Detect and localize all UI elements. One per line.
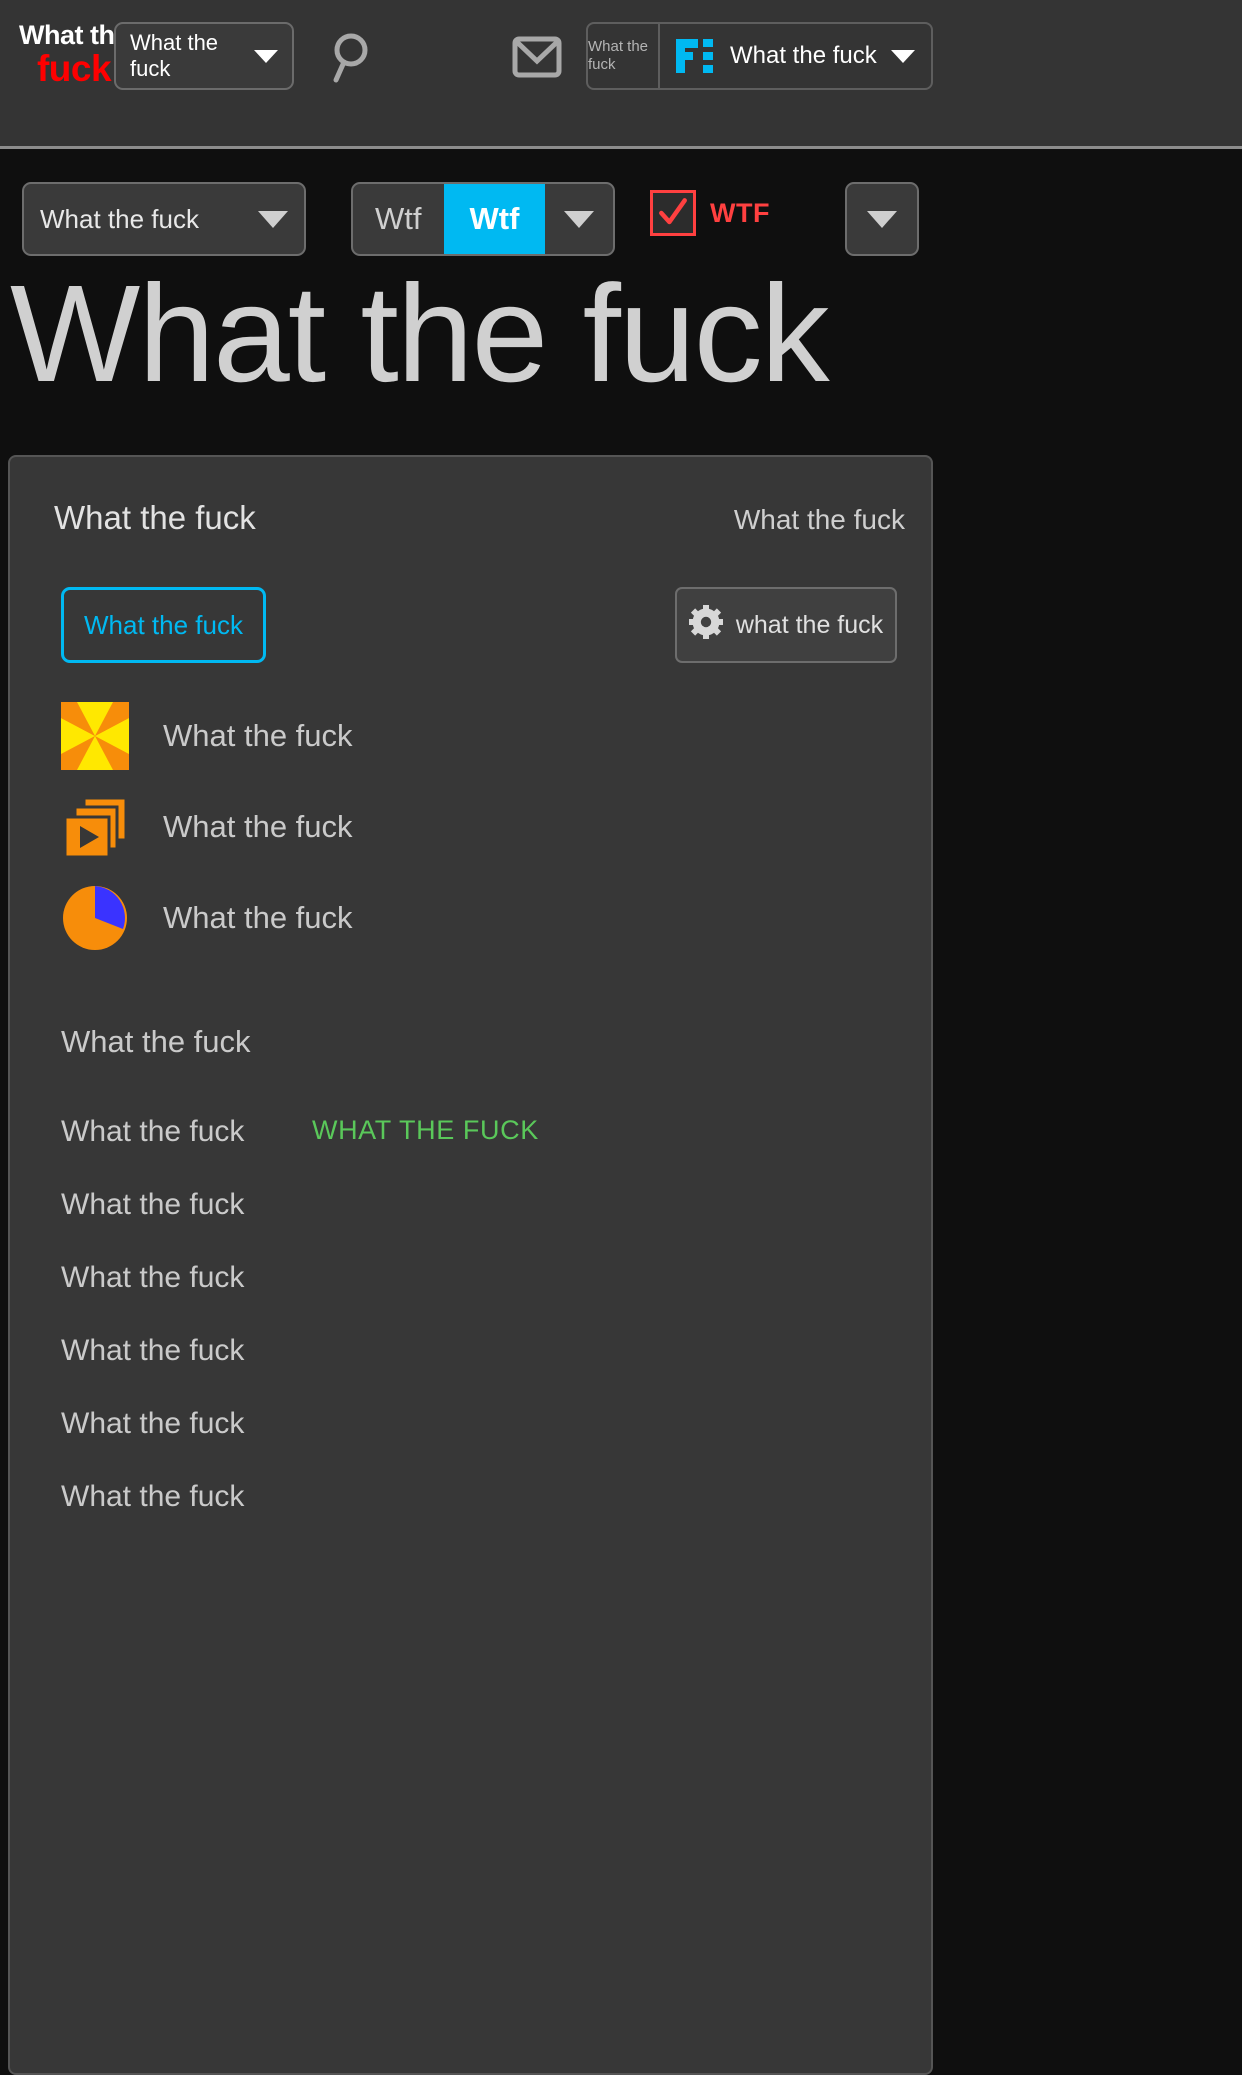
- list-item[interactable]: What the fuck: [61, 793, 353, 861]
- settings-button[interactable]: what the fuck: [675, 587, 897, 663]
- list-item[interactable]: What the fuck: [61, 702, 353, 770]
- page-title: What the fuck: [10, 257, 830, 411]
- account-main[interactable]: What the fuck: [660, 24, 931, 88]
- settings-label: what the fuck: [735, 610, 884, 639]
- list-item[interactable]: What the fuck: [61, 1261, 244, 1295]
- fi-logo-icon: [674, 35, 716, 77]
- chevron-down-icon: [890, 49, 915, 63]
- list-item[interactable]: What the fuck: [61, 1334, 244, 1368]
- gear-icon: [688, 604, 723, 646]
- segment-dropdown-button[interactable]: [545, 184, 613, 254]
- list-item[interactable]: What the fuck: [61, 1480, 244, 1514]
- account-group[interactable]: What the fuck What the fuck: [586, 22, 933, 90]
- alert-checkbox[interactable]: [650, 190, 696, 236]
- toolbar-overflow-button[interactable]: [845, 182, 919, 256]
- chevron-down-icon: [258, 210, 288, 228]
- pinwheel-icon: [61, 702, 129, 770]
- right-empty-area: [933, 455, 1242, 2075]
- card-header: What the fuck What the fuck: [54, 499, 905, 537]
- list-item[interactable]: What the fuck: [61, 884, 353, 952]
- pie-chart-icon: [61, 884, 129, 952]
- list-item[interactable]: What the fuck: [61, 1188, 244, 1222]
- segmented-control[interactable]: Wtf Wtf: [351, 182, 616, 256]
- chevron-down-icon: [867, 210, 897, 228]
- alert-checkbox-label: WTF: [710, 197, 770, 228]
- alert-checkbox-group[interactable]: WTF: [650, 190, 770, 236]
- list-item-label: What the fuck: [163, 809, 353, 844]
- segment-option-2[interactable]: Wtf: [443, 184, 546, 254]
- search-icon[interactable]: [330, 32, 382, 84]
- chevron-down-icon: [254, 49, 278, 63]
- list-item-label: What the fuck: [163, 900, 353, 935]
- section-title: What the fuck: [61, 1024, 251, 1059]
- slide-stack-icon: [61, 793, 129, 861]
- toolbar-dropdown-label: What the fuck: [40, 203, 199, 234]
- top-dropdown[interactable]: What the fuck: [114, 22, 294, 90]
- card-meta: What the fuck: [733, 504, 905, 535]
- list-item-label: What the fuck: [163, 718, 353, 753]
- account-mini-label: What the fuck: [588, 24, 660, 88]
- primary-action-button[interactable]: What the fuck: [61, 587, 266, 663]
- list-item[interactable]: What the fuck: [61, 1115, 244, 1149]
- toolbar-dropdown[interactable]: What the fuck: [22, 182, 306, 256]
- status-badge: WHAT THE FUCK: [312, 1115, 539, 1145]
- top-bar: What the fuck What the fuck What the fuc…: [0, 0, 1242, 149]
- mail-icon[interactable]: [512, 36, 562, 78]
- chevron-down-icon: [564, 210, 595, 228]
- primary-action-label: What the fuck: [84, 609, 243, 640]
- segment-option-1[interactable]: Wtf: [353, 184, 443, 254]
- list-item[interactable]: What the fuck: [61, 1407, 244, 1441]
- content-card: What the fuck What the fuck What the fuc…: [8, 455, 933, 2075]
- account-label: What the fuck: [730, 42, 877, 69]
- card-title: What the fuck: [54, 499, 256, 536]
- top-dropdown-label: What the fuck: [130, 30, 219, 81]
